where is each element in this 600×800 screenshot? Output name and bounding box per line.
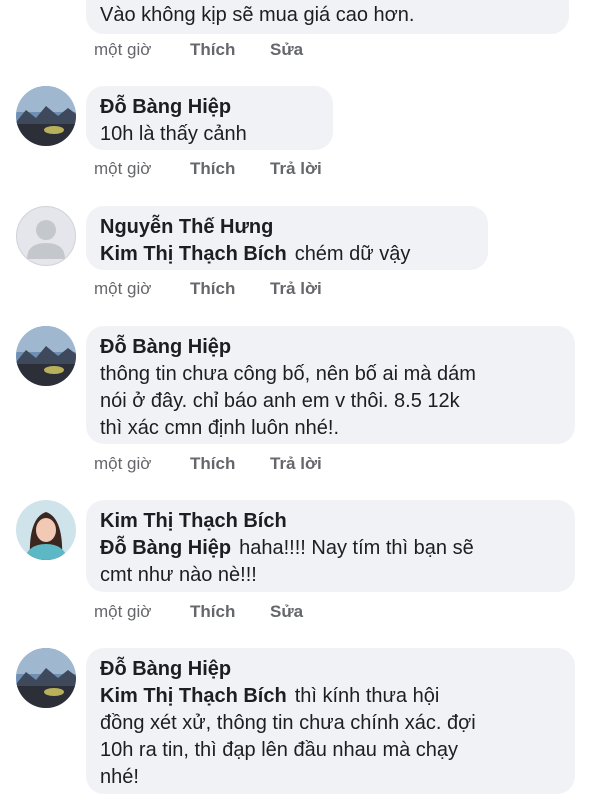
timestamp-link[interactable]: một giờ xyxy=(94,157,190,181)
comment-actions: một giờ Thích Trả lời xyxy=(94,277,322,301)
comment-text-line: 10h ra tin, thì đạp lên đầu nhau mà chạy xyxy=(100,739,459,761)
comment-actions: một giờ Thích Trả lời xyxy=(94,157,322,181)
comment-actions: một giờ Thích Sửa xyxy=(94,600,303,624)
timestamp-link[interactable]: một giờ xyxy=(94,452,190,476)
timestamp-link[interactable]: một giờ xyxy=(94,38,190,62)
comment-text-line: cmt như nào nè!!! xyxy=(100,564,257,586)
comment-bubble: Kim Thị Thạch Bích Đỗ Bàng Hiệp haha!!!! … xyxy=(86,500,575,592)
landscape-photo-avatar[interactable] xyxy=(16,648,76,708)
comment-text-line: haha!!!! Nay tím thì bạn sẽ xyxy=(239,537,474,559)
comment-bubble: Đỗ Bàng Hiệp Kim Thị Thạch Bích thì kính … xyxy=(86,648,575,794)
timestamp-link[interactable]: một giờ xyxy=(94,600,190,624)
comment-text-line: đồng xét xử, thông tin chưa chính xác. đ… xyxy=(100,712,476,734)
comment-text-line: nói ở đây. chỉ báo anh em v thôi. 8.5 12… xyxy=(100,390,460,412)
comment-author[interactable]: Đỗ Bàng Hiệp xyxy=(100,94,319,121)
comment-actions: một giờ Thích Sửa xyxy=(94,38,303,62)
woman-photo-avatar[interactable] xyxy=(16,500,76,560)
reply-button[interactable]: Trả lời xyxy=(270,277,322,301)
like-button[interactable]: Thích xyxy=(190,38,270,62)
timestamp-link[interactable]: một giờ xyxy=(94,277,190,301)
mention-tag[interactable]: Kim Thị Thạch Bích xyxy=(100,243,287,265)
like-button[interactable]: Thích xyxy=(190,277,270,301)
comment-text: 10h là thấy cảnh xyxy=(100,123,247,145)
default-user-avatar[interactable] xyxy=(16,206,76,266)
reply-button[interactable]: Trả lời xyxy=(270,452,322,476)
comment-bubble: Vào không kịp sẽ mua giá cao hơn. xyxy=(86,0,569,34)
comment-bubble: Đỗ Bàng Hiệp thông tin chưa công bố, nên… xyxy=(86,326,575,444)
like-button[interactable]: Thích xyxy=(190,452,270,476)
comment-text-line: nhé! xyxy=(100,766,139,788)
comment-author[interactable]: Đỗ Bàng Hiệp xyxy=(100,656,561,683)
comment-text: chém dữ vậy xyxy=(294,243,411,265)
landscape-photo-avatar[interactable] xyxy=(16,326,76,386)
comment-actions: một giờ Thích Trả lời xyxy=(94,452,322,476)
comment-author[interactable]: Đỗ Bàng Hiệp xyxy=(100,334,561,361)
comment-text-line: thì kính thưa hội xyxy=(294,685,440,707)
edit-button[interactable]: Sửa xyxy=(270,38,303,62)
like-button[interactable]: Thích xyxy=(190,600,270,624)
edit-button[interactable]: Sửa xyxy=(270,600,303,624)
comment-author[interactable]: Kim Thị Thạch Bích xyxy=(100,508,561,535)
reply-button[interactable]: Trả lời xyxy=(270,157,322,181)
comment-text-line: thì xác cmn định luôn nhé!. xyxy=(100,417,340,439)
mention-tag[interactable]: Kim Thị Thạch Bích xyxy=(100,685,287,707)
comment-text-line: thông tin chưa công bố, nên bố ai mà dám xyxy=(100,363,476,385)
comment-bubble: Nguyễn Thế Hưng Kim Thị Thạch Bích chém d… xyxy=(86,206,488,270)
like-button[interactable]: Thích xyxy=(190,157,270,181)
landscape-photo-avatar[interactable] xyxy=(16,86,76,146)
comment-author[interactable]: Nguyễn Thế Hưng xyxy=(100,214,474,241)
comment-bubble: Đỗ Bàng Hiệp 10h là thấy cảnh xyxy=(86,86,333,150)
comment-text: Vào không kịp sẽ mua giá cao hơn. xyxy=(100,4,415,26)
mention-tag[interactable]: Đỗ Bàng Hiệp xyxy=(100,537,231,559)
